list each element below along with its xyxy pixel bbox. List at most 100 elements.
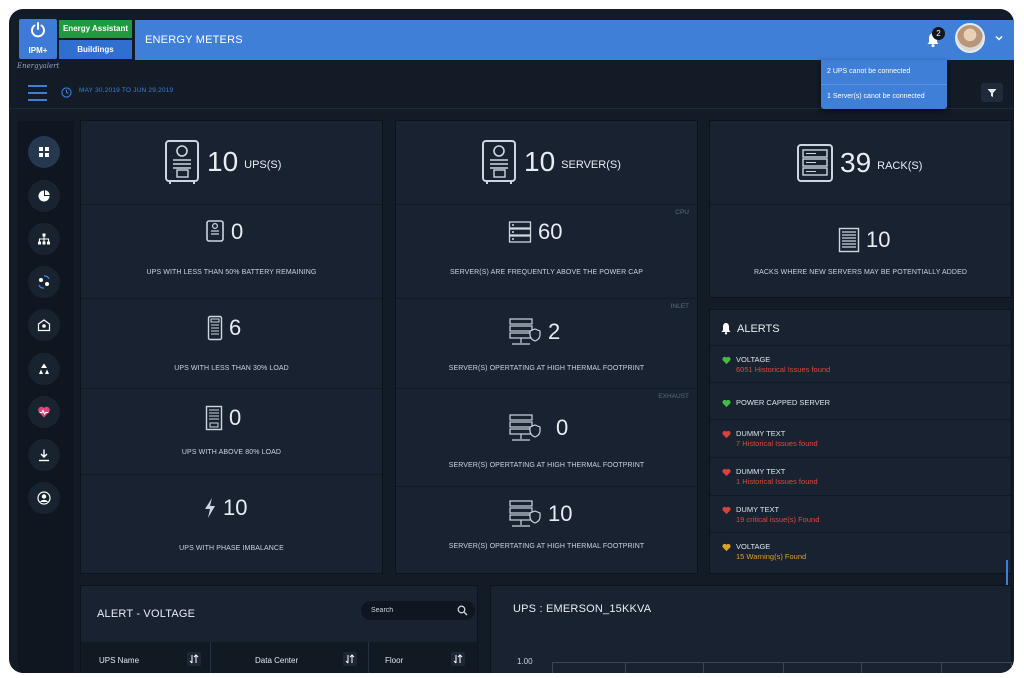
server-stat-value: 60 (538, 219, 563, 244)
ups-stat-value: 0 (229, 405, 242, 430)
page-title: ENERGY METERS (145, 34, 243, 46)
chevron-down-icon[interactable] (994, 33, 1004, 43)
column-header-floor[interactable]: Floor (369, 642, 479, 673)
dashboard-icon (39, 147, 49, 157)
avatar[interactable] (955, 23, 985, 53)
ups-unit-icon (207, 315, 223, 341)
server-stat-row[interactable]: 10 SERVER(S) OPERTATING AT HIGH THERMAL … (396, 487, 697, 575)
ups-count: 10 (207, 146, 239, 177)
alert-title: DUMMY TEXT (736, 467, 786, 476)
sidebar-item-recycle[interactable] (28, 353, 60, 385)
sidebar-item-dashboard[interactable] (28, 136, 60, 168)
health-icon (38, 406, 50, 418)
alert-item[interactable]: DUMY TEXT 19 critical issue(s) Found (710, 496, 1011, 533)
heart-icon (722, 356, 731, 365)
alert-item[interactable]: DUMMY TEXT 1 Historical Issues found (710, 458, 1011, 496)
notification-item[interactable]: 1 Server(s) canot be connected (821, 84, 947, 108)
sidebar-item-charts[interactable] (28, 180, 60, 212)
energy-assistant-button[interactable]: Energy Assistant (59, 20, 132, 38)
sort-icon[interactable] (451, 652, 465, 666)
alert-voltage-panel: ALERT - VOLTAGE UPS Name Data Center Flo… (80, 585, 478, 673)
ups-tower-icon (205, 405, 223, 431)
sidebar-item-reports[interactable] (28, 309, 60, 341)
server-stat-caption: SERVER(S) OPERTATING AT HIGH THERMAL FOO… (448, 462, 645, 469)
rack-stat-row[interactable]: 10 RACKS WHERE NEW SERVERS MAY BE POTENT… (710, 205, 1011, 299)
ups-stat-row[interactable]: 0 UPS WITH LESS THAN 50% BATTERY REMAINI… (81, 205, 382, 299)
server-stat-caption: SERVER(S) ARE FREQUENTLY ABOVE THE POWER… (450, 269, 643, 276)
server-stat-row[interactable]: EXHAUST 0 SERVER(S) OPERTATING AT HIGH T… (396, 389, 697, 487)
rack-stat-caption: RACKS WHERE NEW SERVERS MAY BE POTENTIAL… (753, 269, 968, 276)
sidebar-item-sync[interactable] (28, 266, 60, 298)
server-shield-icon (509, 500, 541, 527)
server-stat-tag: CPU (675, 209, 689, 216)
alert-subtitle: 6051 Historical Issues found (736, 365, 831, 374)
sidebar (18, 121, 74, 673)
buildings-button[interactable]: Buildings (59, 40, 132, 59)
top-bar: IPM+ Energyalert Energy Assistant Buildi… (9, 9, 1014, 70)
alerts-title: ALERTS (737, 322, 780, 335)
alerts-header: ALERTS (720, 322, 780, 335)
alert-voltage-title: ALERT - VOLTAGE (97, 608, 196, 620)
ups-stat-caption: UPS WITH LESS THAN 50% BATTERY REMAINING (146, 269, 317, 276)
ups-stat-row[interactable]: 10 UPS WITH PHASE IMBALANCE (81, 475, 382, 575)
rack-count: 39 (840, 147, 872, 178)
alert-subtitle: 7 Historical Issues found (736, 439, 818, 448)
alert-item[interactable]: VOLTAGE 15 Warning(s) Found (710, 533, 1011, 575)
alert-item[interactable]: DUMMY TEXT 7 Historical Issues found (710, 420, 1011, 458)
rack-summary-row: 39 RACK(S) (710, 121, 1011, 205)
sidebar-item-user[interactable] (28, 482, 60, 514)
ups-unit-label: UPS(S) (244, 159, 282, 171)
ups-stat-row[interactable]: 6 UPS WITH LESS THAN 30% LOAD (81, 299, 382, 389)
server-summary-row: 10 SERVER(S) (396, 121, 697, 205)
rack-unit-label: RACK(S) (877, 160, 923, 172)
header-bar: ENERGY METERS 2 (135, 20, 1014, 60)
sort-icon[interactable] (343, 652, 357, 666)
sort-icon[interactable] (187, 652, 201, 666)
rack-panel: 39 RACK(S) 10 RACKS WHERE NEW SERVERS MA… (709, 120, 1012, 298)
menu-toggle-icon[interactable] (28, 85, 47, 101)
column-header-ups-name[interactable]: UPS Name (81, 642, 211, 673)
bell-icon (721, 323, 731, 335)
sidebar-item-hierarchy[interactable] (28, 223, 60, 255)
notification-dropdown: 2 UPS canot be connected 1 Server(s) can… (821, 60, 947, 109)
alert-item[interactable]: VOLTAGE 6051 Historical Issues found (710, 346, 1011, 383)
ups-stat-caption: UPS WITH ABOVE 80% LOAD (181, 449, 282, 456)
notification-item[interactable]: 2 UPS canot be connected (821, 60, 947, 84)
heart-icon (722, 543, 731, 552)
server-stat-value: 10 (548, 501, 573, 526)
ups-icon (165, 140, 199, 184)
heart-icon (722, 468, 731, 477)
server-unit-label: SERVER(S) (561, 159, 621, 171)
pie-chart-icon (38, 190, 50, 202)
server-panel: 10 SERVER(S) CPU 60 SERVER(S) ARE FREQUE… (395, 120, 698, 574)
server-ups-icon (482, 140, 516, 184)
server-stat-row[interactable]: INLET 2 SERVER(S) OPERTATING AT HIGH THE… (396, 299, 697, 389)
alert-title: VOLTAGE (736, 355, 771, 364)
column-header-data-center[interactable]: Data Center (211, 642, 369, 673)
alert-subtitle: 15 Warning(s) Found (736, 552, 807, 561)
ups-stat-row[interactable]: 0 UPS WITH ABOVE 80% LOAD (81, 389, 382, 475)
alerts-panel: ALERTS VOLTAGE 6051 Historical Issues fou… (709, 309, 1012, 602)
sidebar-item-health[interactable] (28, 396, 60, 428)
server-stat-tag: EXHAUST (658, 393, 689, 400)
ups-stat-value: 0 (231, 219, 244, 244)
alert-item[interactable]: POWER CAPPED SERVER (710, 383, 1011, 420)
search-icon[interactable] (457, 605, 468, 616)
filter-button[interactable] (981, 83, 1003, 102)
server-stat-row[interactable]: CPU 60 SERVER(S) ARE FREQUENTLY ABOVE TH… (396, 205, 697, 299)
sidebar-item-download[interactable] (28, 439, 60, 471)
server-stat-caption: SERVER(S) OPERTATING AT HIGH THERMAL FOO… (448, 543, 645, 550)
alert-title: VOLTAGE (736, 542, 771, 551)
download-icon (39, 449, 49, 462)
app-logo[interactable]: IPM+ (19, 19, 57, 59)
ups-summary-row: 10 UPS(S) (81, 121, 382, 205)
search-input[interactable] (371, 604, 451, 617)
bolt-icon (205, 498, 215, 518)
date-range-picker[interactable]: MAY 30,2019 TO JUN 29,2019 (79, 87, 173, 94)
power-icon (30, 22, 46, 38)
search-box (361, 601, 475, 620)
heart-icon (722, 430, 731, 439)
heart-icon (722, 506, 731, 515)
ups-panel: 10 UPS(S) 0 UPS WITH LESS THAN 50% BATTE… (80, 120, 383, 574)
chart-grid (552, 662, 1012, 673)
